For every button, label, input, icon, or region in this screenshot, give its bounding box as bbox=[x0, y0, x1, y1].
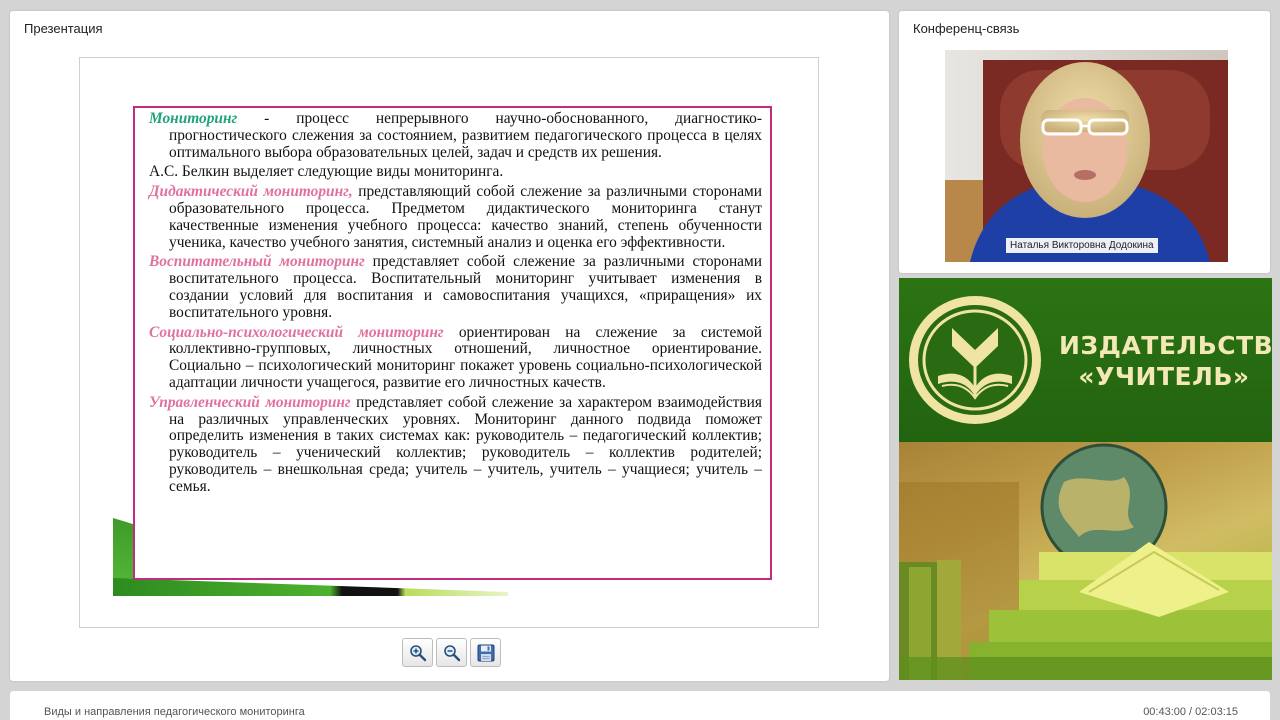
presentation-panel-title: Презентация bbox=[24, 21, 103, 36]
conference-panel-title: Конференц-связь bbox=[913, 21, 1020, 36]
speaker-video-frame bbox=[945, 50, 1228, 262]
slide-paragraph: Управленческий мониторинг представляет с… bbox=[149, 393, 762, 496]
publisher-banner-header: ИЗДАТЕЛЬСТВО «УЧИТЕЛЬ» bbox=[899, 278, 1272, 442]
publisher-brand-name: ИЗДАТЕЛЬСТВО «УЧИТЕЛЬ» bbox=[1059, 330, 1272, 392]
slide-term: Мониторинг bbox=[149, 110, 238, 127]
save-button[interactable] bbox=[470, 638, 501, 667]
slide-toolbar bbox=[402, 638, 501, 668]
publisher-banner: ИЗДАТЕЛЬСТВО «УЧИТЕЛЬ» bbox=[899, 278, 1272, 680]
status-bar: Виды и направления педагогического монит… bbox=[10, 691, 1270, 720]
speaker-name-label: Наталья Викторовна Додокина bbox=[1006, 238, 1158, 253]
slide-text: А.С. Белкин выделяет следующие виды мони… bbox=[149, 163, 504, 181]
slide-decoration-bar bbox=[113, 578, 508, 596]
slide-text-frame: Мониторинг - процесс непрерывного научно… bbox=[133, 106, 772, 580]
publisher-logo-icon bbox=[909, 296, 1041, 424]
publisher-banner-photo bbox=[899, 442, 1272, 680]
books-globe-illustration bbox=[899, 442, 1272, 680]
slide-paragraph: Воспитательный мониторинг представляет с… bbox=[149, 253, 762, 321]
slide-paragraph: Мониторинг - процесс непрерывного научно… bbox=[149, 110, 762, 161]
slide-viewer: Мониторинг - процесс непрерывного научно… bbox=[79, 57, 819, 628]
playback-time: 00:43:00 / 02:03:15 bbox=[1143, 706, 1238, 718]
slide-text: - процесс непрерывного научно-обоснованн… bbox=[169, 110, 762, 161]
slide-paragraph: А.С. Белкин выделяет следующие виды мони… bbox=[149, 163, 762, 181]
publisher-brand-line1: ИЗДАТЕЛЬСТВО bbox=[1059, 331, 1272, 360]
slide-paragraph: Социально-психологический мониторинг ори… bbox=[149, 323, 762, 392]
presentation-panel: Презентация Мониторинг - процесс непреры… bbox=[10, 11, 889, 681]
slide-term: Дидактический мониторинг, bbox=[149, 183, 353, 201]
slide-paragraph: Дидактический мониторинг, представляющий… bbox=[149, 183, 762, 251]
zoom-in-icon bbox=[409, 644, 426, 661]
webcam-video[interactable]: Наталья Викторовна Додокина bbox=[945, 50, 1228, 262]
lecture-title: Виды и направления педагогического монит… bbox=[44, 706, 305, 718]
floppy-disk-icon bbox=[477, 644, 494, 661]
publisher-brand-line2: «УЧИТЕЛЬ» bbox=[1078, 362, 1250, 391]
zoom-in-button[interactable] bbox=[402, 638, 433, 667]
zoom-out-button[interactable] bbox=[436, 638, 467, 667]
slide-term: Социально-психологический мониторинг bbox=[149, 323, 444, 341]
slide-term: Управленческий мониторинг bbox=[149, 393, 351, 411]
zoom-out-icon bbox=[443, 644, 460, 661]
conference-panel: Конференц-связь Наталья Викторовна Додок… bbox=[899, 11, 1270, 273]
slide-term: Воспитательный мониторинг bbox=[149, 253, 365, 271]
